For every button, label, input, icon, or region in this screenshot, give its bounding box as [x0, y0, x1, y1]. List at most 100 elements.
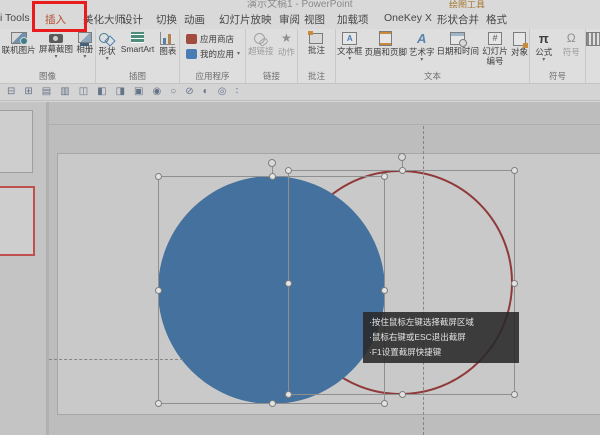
resize-handle[interactable]: [155, 400, 162, 407]
chevron-down-icon: ▾: [83, 54, 86, 60]
tooltip-line: ·按住鼠标左键选择截屏区域: [369, 315, 513, 330]
tab-onekey[interactable]: OneKey X: [384, 12, 432, 24]
my-apps-button[interactable]: 我的应用 ▾: [180, 48, 245, 59]
quick-tool-icon[interactable]: ⊟: [7, 85, 15, 99]
symbol-button[interactable]: Ω 符号: [563, 30, 580, 57]
shape-intersect-icon[interactable]: ◐: [203, 85, 209, 99]
shape-union-icon[interactable]: ◉: [153, 85, 162, 99]
slide-editing-canvas[interactable]: ·按住鼠标左键选择截屏区域 ·鼠标右键或ESC退出截屏 ·F1设置截屏快捷键: [49, 102, 600, 435]
red-highlight-annotation: [32, 1, 87, 32]
screenshot-icon: [49, 34, 63, 43]
title-bar: 演示文稿1 - PowerPoint 绘图工具: [0, 0, 600, 8]
online-pictures-button[interactable]: 联机图片: [2, 30, 36, 55]
tab-design[interactable]: 设计: [122, 12, 143, 27]
tooltip-line: ·F1设置截屏快捷键: [369, 345, 513, 360]
resize-handle[interactable]: [399, 167, 406, 174]
quick-tools-bar: ⊟ ⊞ ▤ ▥ ◫ ◧ ◨ ▣ ◉ ○ ⊘ ◐ ◎ ∶: [0, 84, 600, 101]
powerpoint-window: 演示文稿1 - PowerPoint 绘图工具 i Tools 插入 美化大师 …: [0, 0, 600, 435]
slide-thumbnail-2-selected[interactable]: [0, 186, 35, 256]
video-icon: [586, 32, 600, 46]
header-footer-icon: [379, 31, 392, 46]
resize-handle[interactable]: [399, 391, 406, 398]
screen-capture-tooltip: ·按住鼠标左键选择截屏区域 ·鼠标右键或ESC退出截屏 ·F1设置截屏快捷键: [363, 312, 519, 363]
quick-tool-icon[interactable]: ◧: [97, 85, 106, 99]
tab-meihua-dashi[interactable]: 美化大师: [83, 12, 125, 27]
drawing-tools-contextual-header: 绘图工具: [449, 0, 485, 8]
shape-combine-icon[interactable]: ○: [170, 85, 176, 99]
online-pictures-icon: [11, 32, 27, 44]
screenshot-button[interactable]: 屏幕截图 ▾: [39, 30, 73, 60]
tab-itools[interactable]: i Tools: [0, 12, 30, 24]
ribbon-group-apps: 应用商店 我的应用 ▾ 应用程序: [180, 29, 246, 83]
tab-addins[interactable]: 加载项: [337, 12, 369, 27]
wordart-button[interactable]: A 艺术字 ▾: [409, 30, 435, 63]
vertical-smart-guide: [423, 126, 424, 435]
tab-transitions[interactable]: 切换: [156, 12, 177, 27]
smartart-button[interactable]: SmartArt: [121, 30, 155, 54]
slide-number-button[interactable]: # 幻灯片编号: [481, 30, 509, 66]
app-store-button[interactable]: 应用商店: [180, 33, 245, 44]
comment-button[interactable]: 批注: [308, 30, 325, 55]
group-label-illustrations: 插图: [96, 71, 179, 82]
slide-thumbnail-1[interactable]: [0, 110, 33, 173]
resize-handle[interactable]: [511, 391, 518, 398]
ribbon-group-symbols: π 公式 ▾ Ω 符号 符号: [530, 29, 586, 83]
slide-number-icon: #: [488, 32, 502, 45]
photo-album-icon: [78, 32, 92, 43]
action-button[interactable]: ★ 动作: [278, 30, 295, 57]
resize-handle[interactable]: [285, 167, 292, 174]
hyperlink-button[interactable]: 超链接: [248, 30, 274, 56]
resize-handle[interactable]: [511, 167, 518, 174]
quick-tool-icon[interactable]: ◨: [116, 85, 125, 99]
app-store-icon: [186, 34, 197, 44]
hyperlink-icon: [254, 32, 268, 45]
ribbon-group-media-partial: [586, 29, 600, 83]
group-label-links: 链接: [246, 71, 297, 82]
tab-review[interactable]: 审阅: [279, 12, 300, 27]
shapes-icon: [99, 32, 115, 45]
quick-tool-icon[interactable]: ⊞: [24, 85, 32, 99]
ribbon-tab-bar: i Tools 插入 美化大师 设计 切换 动画 幻灯片放映 审阅 视图 加载项…: [0, 8, 600, 29]
rotation-handle-icon[interactable]: [268, 159, 276, 167]
date-time-button[interactable]: 日期和时间: [436, 30, 479, 56]
resize-handle[interactable]: [155, 173, 162, 180]
tab-shape-merge[interactable]: 形状合并: [437, 12, 479, 27]
quick-tool-icon[interactable]: ▣: [134, 85, 143, 99]
resize-handle[interactable]: [269, 400, 276, 407]
object-button[interactable]: 对象: [511, 30, 528, 57]
resize-handle[interactable]: [155, 287, 162, 294]
group-label-comments: 批注: [298, 71, 335, 82]
quick-tool-icon[interactable]: ▤: [42, 85, 51, 99]
video-button[interactable]: [586, 30, 600, 46]
rotation-handle-icon[interactable]: [398, 153, 406, 161]
wordart-icon: A: [414, 31, 430, 46]
comment-icon: [309, 33, 323, 44]
quick-tool-icon[interactable]: ▥: [60, 85, 69, 99]
ribbon-group-links: 超链接 ★ 动作 链接: [246, 29, 298, 83]
ribbon-group-text: A 文本框 ▾ 页眉和页脚 A 艺术字 ▾ 日期和时间: [336, 29, 530, 83]
more-tools-icon[interactable]: ∶: [235, 85, 238, 99]
tab-animations[interactable]: 动画: [184, 12, 205, 27]
resize-handle[interactable]: [511, 280, 518, 287]
header-footer-button[interactable]: 页眉和页脚: [364, 30, 407, 57]
shapes-button[interactable]: 形状 ▾: [99, 30, 116, 62]
photo-album-button[interactable]: 相册 ▾: [76, 30, 93, 60]
resize-handle[interactable]: [381, 400, 388, 407]
text-box-button[interactable]: A 文本框 ▾: [337, 30, 363, 62]
chevron-down-icon: ▾: [237, 51, 240, 57]
shape-fragment-icon[interactable]: ⊘: [185, 85, 193, 99]
text-box-icon: A: [342, 32, 357, 45]
tab-slideshow[interactable]: 幻灯片放映: [219, 12, 272, 27]
resize-handle[interactable]: [381, 173, 388, 180]
resize-handle[interactable]: [269, 173, 276, 180]
tab-view[interactable]: 视图: [304, 12, 325, 27]
shape-subtract-icon[interactable]: ◎: [218, 85, 227, 99]
chevron-down-icon: ▾: [542, 57, 545, 63]
ribbon-group-comments: 批注 批注: [298, 29, 336, 83]
tab-format[interactable]: 格式: [486, 12, 507, 27]
selection-box-blue-circle: [158, 176, 385, 404]
equation-button[interactable]: π 公式 ▾: [535, 30, 552, 63]
chart-button[interactable]: 图表: [159, 30, 176, 56]
resize-handle[interactable]: [381, 287, 388, 294]
quick-tool-icon[interactable]: ◫: [79, 85, 88, 99]
